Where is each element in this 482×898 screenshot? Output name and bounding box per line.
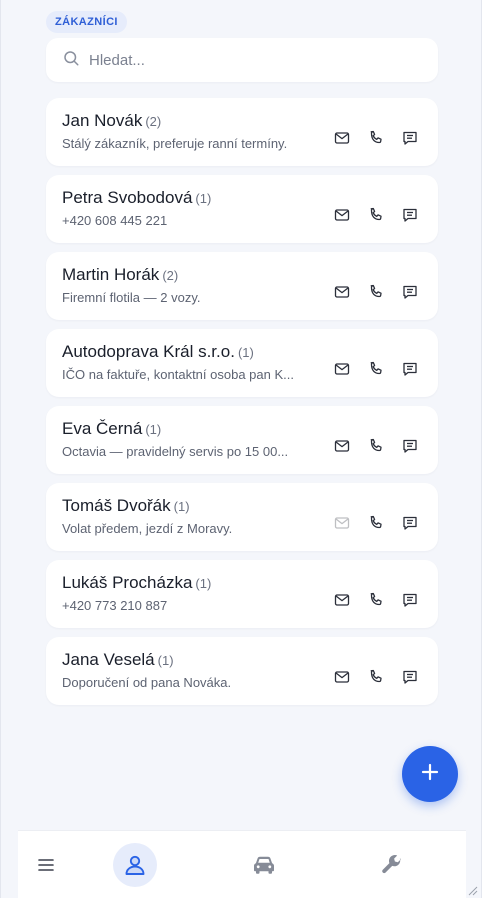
message-icon[interactable] (402, 130, 418, 146)
customer-actions (334, 284, 418, 300)
customer-note: IČO na faktuře, kontaktní osoba pan K... (62, 367, 294, 382)
phone-icon[interactable] (368, 284, 384, 300)
customer-name-line: Eva Černá (1) (62, 419, 161, 439)
customer-note: +420 773 210 887 (62, 598, 168, 613)
vehicle-count: (1) (157, 653, 174, 668)
section-badge: ZÁKAZNÍCI (46, 11, 127, 33)
customer-actions (334, 361, 418, 377)
resize-handle[interactable] (466, 883, 478, 896)
bottom-nav (18, 830, 466, 898)
message-icon[interactable] (402, 361, 418, 377)
message-icon[interactable] (402, 438, 418, 454)
customer-actions (334, 438, 418, 454)
vehicle-count: (1) (173, 499, 190, 514)
customer-note: Doporučení od pana Nováka. (62, 675, 232, 690)
customer-name: Autodoprava Král s.r.o. (62, 342, 235, 361)
customer-card[interactable]: Jana Veselá (1) Doporučení od pana Nováka. (46, 637, 438, 705)
search-bar[interactable] (46, 38, 438, 82)
vehicle-count: (1) (145, 422, 162, 437)
customer-card[interactable]: Tomáš Dvořák (1) Volat předem, jezdí z Mor… (46, 483, 438, 551)
search-icon (62, 49, 89, 72)
mail-icon (334, 515, 350, 531)
phone-icon[interactable] (368, 438, 384, 454)
vehicle-count: (1) (195, 191, 212, 206)
phone-icon[interactable] (368, 592, 384, 608)
phone-icon[interactable] (368, 207, 384, 223)
customer-name-line: Lukáš Procházka (1) (62, 573, 211, 593)
customer-note: Stálý zákazník, preferuje ranní termíny. (62, 136, 288, 151)
customer-card[interactable]: Eva Černá (1) Octavia — pravidelný servis … (46, 406, 438, 474)
customer-actions (334, 515, 418, 531)
customer-card[interactable]: Martin Horák (2) Firemní flotila — 2 vozy. (46, 252, 438, 320)
customer-card[interactable]: Autodoprava Král s.r.o. (1) IČO na faktuře… (46, 329, 438, 397)
customer-actions (334, 207, 418, 223)
message-icon[interactable] (402, 515, 418, 531)
mail-icon[interactable] (334, 669, 350, 685)
customer-list: Jan Novák (2) Stálý zákazník, preferuje ra… (46, 98, 438, 714)
customer-name: Martin Horák (62, 265, 160, 284)
customer-name-line: Tomáš Dvořák (1) (62, 496, 190, 516)
phone-icon[interactable] (368, 669, 384, 685)
customer-note: Octavia — pravidelný servis po 15 00... (62, 444, 289, 459)
message-icon[interactable] (402, 284, 418, 300)
customer-name-line: Jan Novák (2) (62, 111, 161, 131)
message-icon[interactable] (402, 669, 418, 685)
customer-name-line: Petra Svobodová (1) (62, 188, 211, 208)
customers-icon (123, 854, 147, 876)
customer-name-line: Jana Veselá (1) (62, 650, 174, 670)
vehicle-count: (2) (162, 268, 179, 283)
customer-card[interactable]: Jan Novák (2) Stálý zákazník, preferuje ra… (46, 98, 438, 166)
add-customer-button[interactable] (402, 746, 458, 802)
customer-name: Tomáš Dvořák (62, 496, 171, 515)
wrench-icon (380, 853, 404, 877)
customer-actions (334, 592, 418, 608)
mail-icon[interactable] (334, 284, 350, 300)
customer-card[interactable]: Petra Svobodová (1) +420 608 445 221 (46, 175, 438, 243)
customers-screen: ZÁKAZNÍCI Jan Novák(2)Stálý zákazník, pr… (0, 0, 482, 898)
car-icon (253, 856, 275, 874)
nav-service[interactable] (370, 843, 414, 887)
menu-icon (37, 857, 55, 873)
customer-name: Petra Svobodová (62, 188, 193, 207)
vehicle-count: (2) (145, 114, 162, 129)
customer-card[interactable]: Lukáš Procházka (1) +420 773 210 887 (46, 560, 438, 628)
customer-name-line: Martin Horák (2) (62, 265, 178, 285)
customer-name: Jan Novák (62, 111, 143, 130)
phone-icon[interactable] (368, 361, 384, 377)
vehicle-count: (1) (237, 345, 254, 360)
mail-icon[interactable] (334, 207, 350, 223)
customer-actions (334, 130, 418, 146)
nav-customers[interactable] (113, 843, 157, 887)
phone-icon[interactable] (368, 515, 384, 531)
vehicle-count: (1) (195, 576, 212, 591)
phone-icon[interactable] (368, 130, 384, 146)
nav-menu[interactable] (24, 843, 68, 887)
mail-icon[interactable] (334, 130, 350, 146)
customer-note: +420 608 445 221 (62, 213, 168, 228)
search-input[interactable] (89, 51, 389, 69)
customer-name: Eva Černá (62, 419, 143, 438)
message-icon[interactable] (402, 207, 418, 223)
customer-name-line: Autodoprava Král s.r.o. (1) (62, 342, 254, 362)
nav-vehicles[interactable] (242, 843, 286, 887)
customer-name: Lukáš Procházka (62, 573, 193, 592)
message-icon[interactable] (402, 592, 418, 608)
mail-icon[interactable] (334, 361, 350, 377)
mail-icon[interactable] (334, 592, 350, 608)
customer-note: Volat předem, jezdí z Moravy. (62, 521, 233, 536)
customer-name: Jana Veselá (62, 650, 155, 669)
customer-actions (334, 669, 418, 685)
customer-note: Firemní flotila — 2 vozy. (62, 290, 201, 305)
mail-icon[interactable] (334, 438, 350, 454)
plus-icon (420, 762, 440, 787)
